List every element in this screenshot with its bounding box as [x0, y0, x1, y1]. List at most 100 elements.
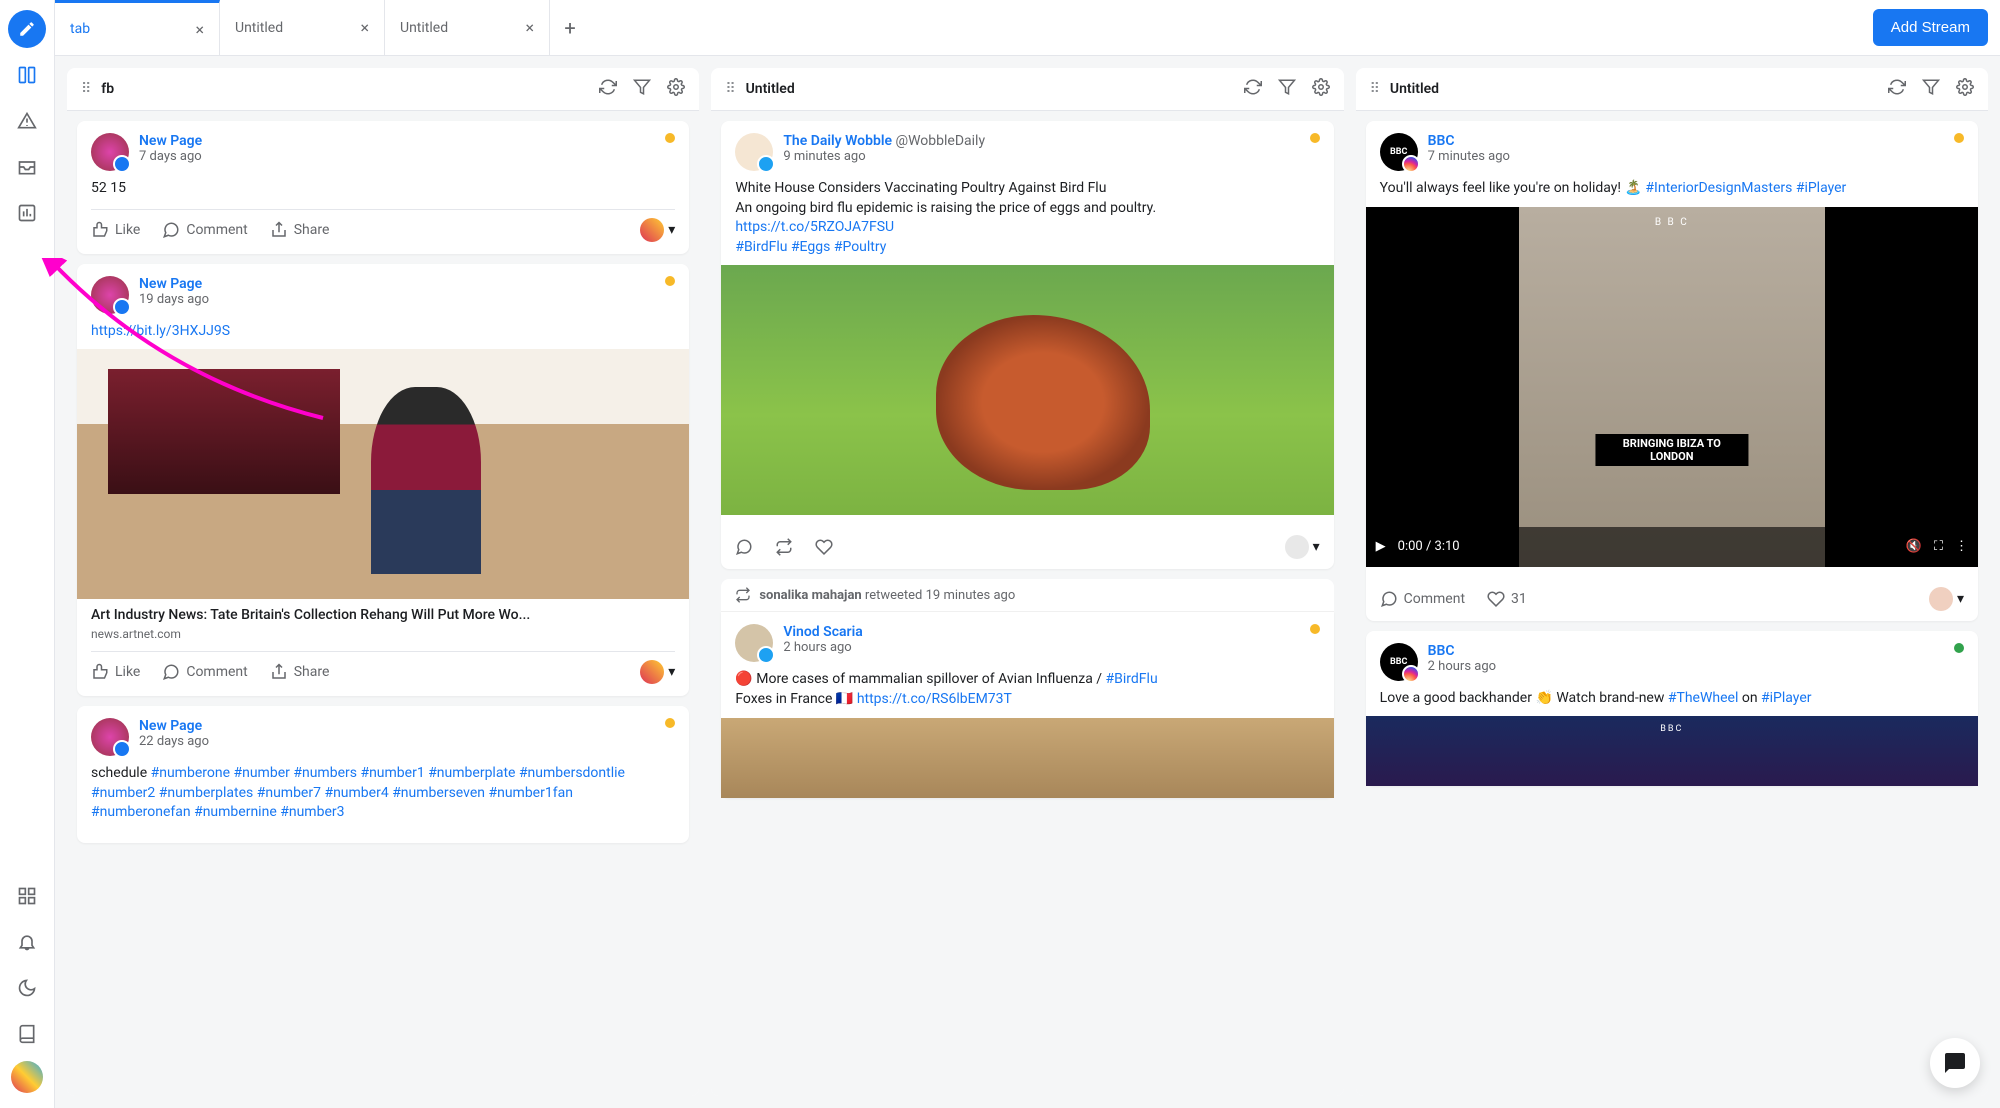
like-button[interactable]: [815, 538, 833, 556]
post-link[interactable]: https://t.co/RS6lbEM73T: [857, 691, 1012, 707]
post-image[interactable]: [721, 718, 1333, 798]
share-button[interactable]: Share: [270, 221, 330, 239]
filter-button[interactable]: [1278, 78, 1296, 100]
nav-streams[interactable]: [8, 56, 46, 94]
filter-button[interactable]: [1922, 78, 1940, 100]
comment-button[interactable]: Comment: [162, 663, 247, 681]
nav-apps[interactable]: [8, 877, 46, 915]
thumbs-up-icon: [91, 221, 109, 239]
post-author[interactable]: BBC: [1428, 643, 1496, 659]
hashtag-link[interactable]: #numberseven: [392, 785, 485, 801]
filter-button[interactable]: [633, 78, 651, 100]
hashtag-link[interactable]: #numbernine: [194, 804, 277, 820]
settings-button[interactable]: [1956, 78, 1974, 100]
hashtag-link[interactable]: #number2: [91, 785, 155, 801]
comment-button[interactable]: Comment: [1380, 590, 1465, 608]
account-picker[interactable]: ▾: [1929, 587, 1964, 611]
hashtag-link[interactable]: #number1fan: [488, 785, 572, 801]
nav-alerts[interactable]: [8, 102, 46, 140]
hashtag-link[interactable]: #numbers: [293, 765, 357, 781]
hashtag-link[interactable]: #number: [233, 765, 289, 781]
avatar[interactable]: [91, 133, 129, 171]
more-icon[interactable]: ⋮: [1955, 539, 1968, 554]
drag-handle-icon[interactable]: ⠿: [81, 81, 91, 97]
fullscreen-icon[interactable]: ⛶: [1934, 539, 1943, 554]
avatar[interactable]: [735, 133, 773, 171]
hashtag-link[interactable]: #Poultry: [834, 239, 887, 255]
stream-body: The Daily Wobble @WobbleDaily 9 minutes …: [711, 111, 1343, 1096]
nav-notifications[interactable]: [8, 923, 46, 961]
drag-handle-icon[interactable]: ⠿: [1370, 81, 1380, 97]
post-image[interactable]: [1366, 716, 1978, 786]
hashtag-link[interactable]: #number1: [360, 765, 424, 781]
close-icon[interactable]: ×: [195, 20, 204, 39]
user-avatar[interactable]: [11, 1061, 43, 1093]
nav-analytics[interactable]: [8, 194, 46, 232]
facebook-badge-icon: [113, 155, 131, 173]
account-picker[interactable]: ▾: [640, 218, 675, 242]
refresh-button[interactable]: [1888, 78, 1906, 100]
avatar[interactable]: BBC: [1380, 643, 1418, 681]
hashtag-link[interactable]: #iPlayer: [1796, 180, 1846, 196]
refresh-button[interactable]: [1244, 78, 1262, 100]
close-icon[interactable]: ×: [525, 18, 534, 37]
nav-library[interactable]: [8, 1015, 46, 1053]
hashtag-link[interactable]: #numbersdontlie: [519, 765, 625, 781]
comment-button[interactable]: Comment: [162, 221, 247, 239]
add-stream-button[interactable]: Add Stream: [1873, 9, 1988, 46]
mute-icon[interactable]: 🔇: [1906, 539, 1922, 554]
hashtag-link[interactable]: #InteriorDesignMasters: [1645, 180, 1792, 196]
help-chat-button[interactable]: [1930, 1038, 1980, 1088]
hashtag-link[interactable]: #numberplates: [159, 785, 254, 801]
post-image[interactable]: [77, 349, 689, 599]
play-icon[interactable]: ▶: [1376, 539, 1386, 554]
hashtag-link[interactable]: #number3: [280, 804, 344, 820]
post: The Daily Wobble @WobbleDaily 9 minutes …: [721, 121, 1333, 569]
share-button[interactable]: Share: [270, 663, 330, 681]
account-picker[interactable]: ▾: [640, 660, 675, 684]
like-button[interactable]: Like: [91, 663, 140, 681]
retweet-button[interactable]: [775, 538, 793, 556]
hashtag-link[interactable]: #number4: [324, 785, 388, 801]
post-image[interactable]: [721, 265, 1333, 515]
nav-theme[interactable]: [8, 969, 46, 1007]
avatar[interactable]: [91, 718, 129, 756]
hashtag-link[interactable]: #BirdFlu: [735, 239, 787, 255]
hashtag-link[interactable]: #number7: [257, 785, 321, 801]
like-button[interactable]: 31: [1487, 590, 1527, 608]
hashtag-link[interactable]: #numberplate: [428, 765, 515, 781]
compose-button[interactable]: [8, 10, 46, 48]
settings-button[interactable]: [667, 78, 685, 100]
tab-2[interactable]: Untitled ×: [220, 0, 385, 55]
post-author[interactable]: New Page: [139, 718, 209, 734]
video-player[interactable]: B B C BRINGING IBIZA TO LONDON ▶ 0:00 / …: [1366, 207, 1978, 567]
nav-inbox[interactable]: [8, 148, 46, 186]
avatar[interactable]: BBC: [1380, 133, 1418, 171]
avatar[interactable]: [735, 624, 773, 662]
like-button[interactable]: Like: [91, 221, 140, 239]
close-icon[interactable]: ×: [360, 18, 369, 37]
post-author[interactable]: BBC: [1428, 133, 1510, 149]
avatar[interactable]: [91, 276, 129, 314]
account-picker[interactable]: ▾: [1285, 535, 1320, 559]
hashtag-link[interactable]: #iPlayer: [1761, 690, 1811, 706]
hashtag-link[interactable]: #numberone: [151, 765, 230, 781]
post-author[interactable]: New Page: [139, 276, 209, 292]
refresh-button[interactable]: [599, 78, 617, 100]
hashtag-link[interactable]: #BirdFlu: [1106, 671, 1158, 687]
thumbs-up-icon: [91, 663, 109, 681]
post-author[interactable]: Vinod Scaria: [783, 624, 862, 640]
tab-1[interactable]: tab ×: [55, 0, 220, 55]
post-author[interactable]: The Daily Wobble: [783, 133, 892, 149]
tab-3[interactable]: Untitled ×: [385, 0, 550, 55]
reply-button[interactable]: [735, 538, 753, 556]
hashtag-link[interactable]: #TheWheel: [1668, 690, 1739, 706]
post-link[interactable]: https://bit.ly/3HXJJ9S: [91, 323, 230, 339]
post-link[interactable]: https://t.co/5RZOJA7FSU: [735, 219, 894, 235]
drag-handle-icon[interactable]: ⠿: [725, 81, 735, 97]
add-tab-button[interactable]: +: [550, 16, 590, 40]
hashtag-link[interactable]: #Eggs: [791, 239, 830, 255]
settings-button[interactable]: [1312, 78, 1330, 100]
hashtag-link[interactable]: #numberonefan: [91, 804, 191, 820]
post-author[interactable]: New Page: [139, 133, 202, 149]
